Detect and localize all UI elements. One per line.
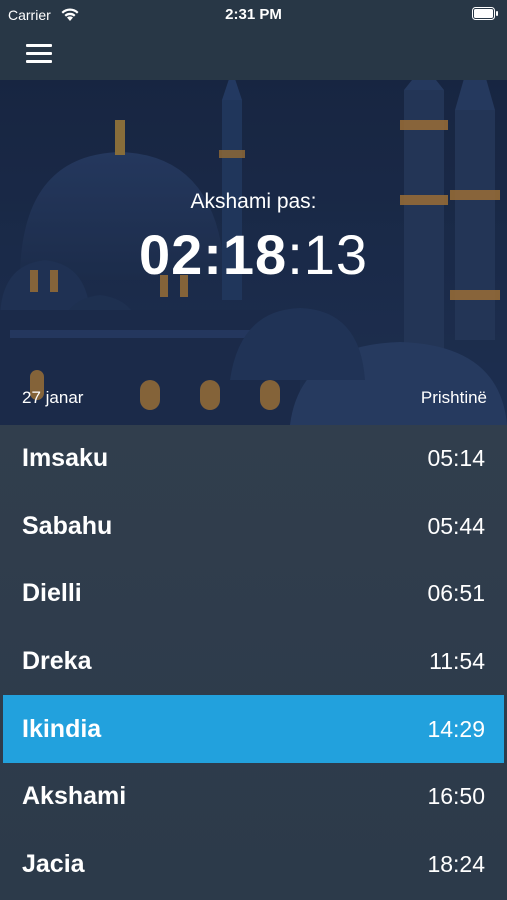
prayer-time: 14:29: [427, 715, 485, 742]
prayer-times-list: Imsaku 05:14 Sabahu 05:44 Dielli 06:51 D…: [0, 425, 507, 900]
prayer-name: Imsaku: [22, 444, 109, 473]
prayer-row-jacia[interactable]: Jacia 18:24: [0, 831, 507, 899]
prayer-name: Akshami: [22, 782, 127, 811]
city-label[interactable]: Prishtinë: [421, 388, 487, 408]
prayer-row-sabahu[interactable]: Sabahu 05:44: [0, 493, 507, 561]
status-time: 2:31 PM: [225, 6, 282, 23]
prayer-row-dreka[interactable]: Dreka 11:54: [0, 628, 507, 696]
nav-bar: [0, 30, 507, 80]
hamburger-menu-icon[interactable]: [20, 40, 54, 68]
prayer-time: 06:51: [427, 580, 485, 607]
countdown-timer: 02:18:13: [0, 220, 507, 290]
current-date: 27 janar: [22, 388, 84, 407]
prayer-name: Sabahu: [22, 511, 113, 540]
prayer-name: Dreka: [22, 647, 92, 676]
battery-icon: [472, 7, 498, 20]
prayer-time: 05:44: [427, 512, 485, 539]
countdown-label: Akshami pas:: [190, 190, 317, 213]
prayer-time: 16:50: [427, 783, 485, 810]
status-bar: Carrier 2:31 PM: [0, 0, 507, 30]
prayer-row-dielli[interactable]: Dielli 06:51: [0, 560, 507, 628]
mosque-hero: Akshami pas: 02:18:13 27 janar Prishtinë: [0, 80, 507, 425]
prayer-time: 11:54: [429, 648, 485, 675]
prayer-time: 18:24: [427, 850, 485, 877]
countdown-hours-minutes: 02:18: [138, 223, 288, 286]
prayer-row-akshami[interactable]: Akshami 16:50: [0, 763, 507, 831]
countdown-seconds: :13: [287, 223, 369, 286]
prayer-time: 05:14: [427, 445, 485, 472]
prayer-name: Ikindia: [22, 714, 102, 743]
prayer-name: Jacia: [22, 849, 85, 878]
prayer-row-ikindia[interactable]: Ikindia 14:29: [3, 695, 504, 763]
prayer-row-imsaku[interactable]: Imsaku 05:14: [0, 425, 507, 493]
prayer-name: Dielli: [22, 579, 82, 608]
